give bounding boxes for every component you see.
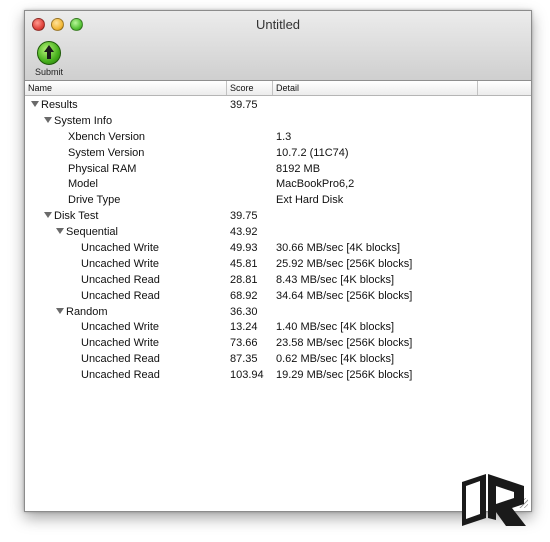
table-row[interactable]: Drive Type Ext Hard Disk: [25, 193, 531, 209]
row-detail: 1.3: [276, 130, 292, 143]
table-header: Name Score Detail: [25, 81, 531, 96]
table-row[interactable]: System Info: [25, 114, 531, 130]
row-detail: 1.40 MB/sec [4K blocks]: [276, 321, 394, 334]
row-score: 45.81: [230, 257, 258, 270]
table-row[interactable]: Disk Test 39.75: [25, 209, 531, 225]
row-score: 13.24: [230, 321, 258, 334]
table-row[interactable]: Uncached Read 28.81 8.43 MB/sec [4K bloc…: [25, 273, 531, 289]
table-row[interactable]: Physical RAM 8192 MB: [25, 162, 531, 178]
upload-arrow-icon: [37, 41, 61, 65]
row-name: Xbench Version: [68, 130, 146, 143]
row-score: [227, 193, 273, 209]
row-name: Physical RAM: [68, 162, 137, 175]
row-name: Results: [41, 99, 78, 111]
row-name: Uncached Read: [81, 273, 160, 286]
table-row[interactable]: Results 39.75: [25, 98, 531, 114]
column-header-name[interactable]: Name: [25, 81, 227, 95]
row-detail: 30.66 MB/sec [4K blocks]: [276, 242, 401, 255]
results-outline: Results 39.75 System Info Xbench Version…: [25, 96, 531, 384]
submit-label: Submit: [34, 67, 63, 77]
row-detail: 8192 MB: [276, 162, 321, 175]
column-header-score[interactable]: Score: [227, 81, 273, 95]
row-name: Model: [68, 178, 98, 191]
column-header-detail[interactable]: Detail: [273, 81, 478, 95]
row-score: [227, 114, 273, 130]
row-score: 39.75: [230, 210, 258, 223]
row-detail: [273, 114, 276, 130]
legit-reviews-logo: [462, 474, 526, 526]
column-header-empty: [478, 81, 531, 95]
disclosure-triangle-icon[interactable]: [44, 116, 52, 123]
row-name: System Info: [54, 114, 113, 127]
row-score: [227, 130, 273, 146]
row-score: 68.92: [230, 289, 258, 302]
window-title: Untitled: [255, 17, 301, 32]
table-row[interactable]: Uncached Read 103.94 19.29 MB/sec [256K …: [25, 368, 531, 384]
table-row[interactable]: Uncached Read 68.92 34.64 MB/sec [256K b…: [25, 289, 531, 305]
row-score: [227, 146, 273, 162]
row-score: [227, 162, 273, 178]
row-detail: Ext Hard Disk: [276, 194, 344, 207]
row-name: Drive Type: [68, 194, 121, 207]
table-row[interactable]: Uncached Write 73.66 23.58 MB/sec [256K …: [25, 336, 531, 352]
row-name: Sequential: [66, 226, 118, 239]
titlebar: Untitled Submit: [25, 11, 531, 81]
table-row[interactable]: Model MacBookPro6,2: [25, 177, 531, 193]
table-row[interactable]: Uncached Write 49.93 30.66 MB/sec [4K bl…: [25, 241, 531, 257]
row-name: Uncached Read: [81, 353, 160, 366]
row-detail: [273, 225, 276, 241]
row-detail: 25.92 MB/sec [256K blocks]: [276, 257, 413, 270]
row-name: Uncached Write: [81, 321, 160, 334]
row-name: Uncached Read: [81, 289, 160, 302]
row-name: Uncached Write: [81, 337, 160, 350]
disclosure-triangle-icon[interactable]: [44, 212, 52, 219]
row-detail: [273, 209, 276, 225]
row-score: 43.92: [230, 226, 258, 239]
row-detail: [273, 98, 276, 114]
row-score: 73.66: [230, 337, 258, 350]
row-name: Random: [66, 305, 108, 318]
row-detail: MacBookPro6,2: [276, 178, 355, 191]
submit-button[interactable]: Submit: [31, 41, 67, 77]
row-name: System Version: [68, 146, 145, 159]
row-score: 103.94: [230, 369, 264, 382]
table-row[interactable]: System Version 10.7.2 (11C74): [25, 146, 531, 162]
disclosure-triangle-icon[interactable]: [56, 307, 64, 314]
row-name: Uncached Write: [81, 257, 160, 270]
row-name: Uncached Write: [81, 242, 160, 255]
row-score: 49.93: [230, 242, 258, 255]
row-detail: 23.58 MB/sec [256K blocks]: [276, 337, 413, 350]
table-row[interactable]: Uncached Write 45.81 25.92 MB/sec [256K …: [25, 257, 531, 273]
row-score: 36.30: [230, 305, 258, 318]
row-detail: [273, 305, 276, 321]
table-row[interactable]: Xbench Version 1.3: [25, 130, 531, 146]
row-detail: 19.29 MB/sec [256K blocks]: [276, 369, 413, 382]
row-detail: 8.43 MB/sec [4K blocks]: [276, 273, 394, 286]
disclosure-triangle-icon[interactable]: [56, 228, 64, 235]
row-score: 39.75: [230, 99, 258, 111]
app-window: Untitled Submit Name Score Detail Result…: [24, 10, 532, 512]
table-row[interactable]: Uncached Write 13.24 1.40 MB/sec [4K blo…: [25, 320, 531, 336]
row-score: [227, 177, 273, 193]
row-name: Uncached Read: [81, 369, 160, 382]
disclosure-triangle-icon[interactable]: [31, 101, 39, 108]
table-row[interactable]: Random 36.30: [25, 305, 531, 321]
row-score: 87.35: [230, 353, 258, 366]
row-score: 28.81: [230, 273, 258, 286]
row-detail: 34.64 MB/sec [256K blocks]: [276, 289, 413, 302]
table-row[interactable]: Sequential 43.92: [25, 225, 531, 241]
table-row[interactable]: Uncached Read 87.35 0.62 MB/sec [4K bloc…: [25, 352, 531, 368]
row-detail: 0.62 MB/sec [4K blocks]: [276, 353, 394, 366]
row-name: Disk Test: [54, 210, 99, 223]
row-detail: 10.7.2 (11C74): [276, 146, 349, 159]
